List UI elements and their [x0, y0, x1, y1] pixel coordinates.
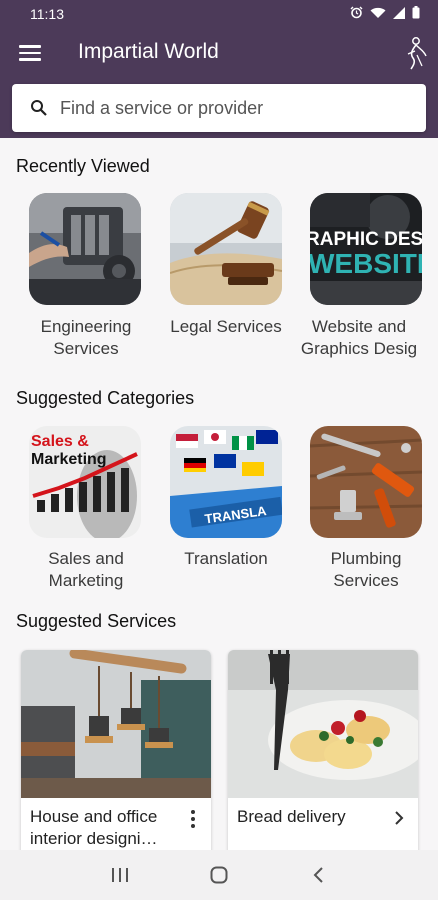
- translation-label: Translation: [184, 549, 268, 568]
- legal-image: [170, 193, 282, 305]
- search-icon: [31, 100, 47, 116]
- search-bar[interactable]: [12, 84, 426, 132]
- back-icon: [313, 867, 324, 883]
- recently-viewed-title: Recently Viewed: [16, 156, 150, 176]
- sales-marketing-image: Sales & Marketing: [29, 426, 141, 538]
- service-card-bread-delivery[interactable]: Bread delivery: [228, 650, 418, 860]
- recent-apps-icon: [111, 868, 128, 882]
- legal-services-label: Legal Services: [170, 317, 282, 336]
- alarm-icon: [350, 6, 363, 22]
- chevron-right-icon[interactable]: [394, 808, 404, 831]
- svg-text:Sales &: Sales &: [31, 433, 89, 450]
- bread-delivery-image: [228, 650, 418, 798]
- plumbing-services-tile[interactable]: [310, 426, 422, 538]
- interior-design-image: [21, 650, 211, 798]
- battery-icon: [412, 6, 420, 22]
- status-time: 11:13: [30, 6, 64, 22]
- back-button[interactable]: [298, 855, 338, 895]
- suggested-categories-title: Suggested Categories: [16, 388, 195, 408]
- recent-apps-button[interactable]: [100, 855, 140, 895]
- plumbing-image: [310, 426, 422, 538]
- wifi-icon: [370, 6, 386, 22]
- sales-marketing-tile[interactable]: Sales & Marketing: [29, 426, 141, 538]
- app-bar: Impartial World: [0, 28, 438, 138]
- home-button[interactable]: [199, 855, 239, 895]
- sales-marketing-label: Sales and Marketing: [48, 549, 124, 590]
- service-card-interior-design[interactable]: House and office interior designi…: [21, 650, 211, 860]
- engineering-services-tile[interactable]: [29, 193, 141, 305]
- suggested-services-title: Suggested Services: [16, 611, 177, 631]
- engineering-image: [29, 193, 141, 305]
- svg-text:RAPHIC DESI: RAPHIC DESI: [310, 229, 422, 250]
- website-graphics-label: Website and Graphics Desig: [300, 317, 418, 358]
- status-bar: 11:13: [0, 0, 438, 28]
- engineering-services-label: Engineering Services: [40, 317, 132, 358]
- more-options-icon[interactable]: [189, 810, 197, 828]
- home-icon: [210, 866, 228, 884]
- svg-text:Marketing: Marketing: [31, 451, 107, 468]
- signal-icon: [393, 6, 405, 22]
- website-graphics-image: RAPHIC DESI WEBSITE: [310, 193, 422, 305]
- svg-text:WEBSITE: WEBSITE: [310, 248, 422, 279]
- logo-icon: [404, 36, 432, 70]
- website-graphics-tile[interactable]: RAPHIC DESI WEBSITE: [310, 193, 422, 305]
- search-input[interactable]: [60, 97, 400, 119]
- menu-icon[interactable]: [18, 42, 42, 64]
- legal-services-tile[interactable]: [170, 193, 282, 305]
- bread-delivery-title: Bread delivery: [237, 807, 346, 826]
- plumbing-services-label: Plumbing Services: [330, 549, 402, 590]
- system-nav-bar: [0, 850, 438, 900]
- translation-image: TRANSLA: [170, 426, 282, 538]
- status-icons: [350, 6, 420, 22]
- translation-tile[interactable]: TRANSLA: [170, 426, 282, 538]
- app-title: Impartial World: [78, 40, 219, 63]
- interior-design-title: House and office interior designi…: [30, 807, 158, 848]
